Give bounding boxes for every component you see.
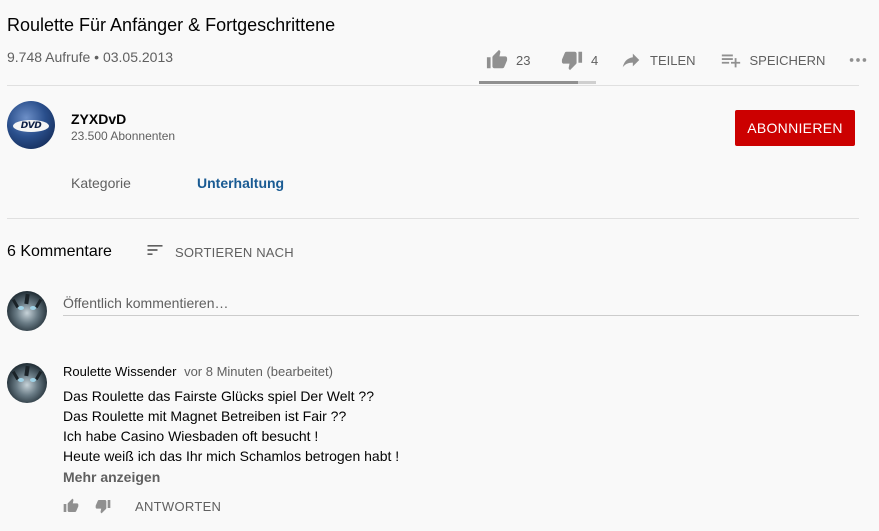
thumb-up-icon <box>486 49 508 71</box>
comment-dislike-button[interactable] <box>95 498 111 514</box>
like-button[interactable]: 23 <box>486 44 536 76</box>
subscriber-count: 23.500 Abonnenten <box>71 129 176 143</box>
like-ratio-bar <box>479 81 596 84</box>
thumb-down-icon <box>95 500 111 514</box>
like-ratio-fill <box>479 81 579 84</box>
comment-timestamp[interactable]: vor 8 Minuten (bearbeitet) <box>184 364 333 379</box>
sort-comments-button[interactable]: SORTIEREN NACH <box>145 243 294 261</box>
more-horizontal-icon <box>847 49 869 71</box>
divider <box>7 85 859 86</box>
reply-button[interactable]: ANTWORTEN <box>135 499 221 514</box>
comment-actions: ANTWORTEN <box>63 496 221 516</box>
thumb-down-icon <box>561 49 583 71</box>
playlist-add-icon <box>720 49 742 71</box>
comment-line: Ich habe Casino Wiesbaden oft besucht ! <box>63 428 319 444</box>
save-button[interactable]: SPEICHERN <box>720 44 826 76</box>
like-count: 23 <box>516 52 531 68</box>
sort-lines-icon <box>145 240 165 265</box>
comment-author-avatar[interactable] <box>7 363 47 403</box>
comment-line: Das Roulette mit Magnet Betreiben ist Fa… <box>63 408 347 424</box>
comment-line: Heute weiß ich das Ihr mich Schamlos bet… <box>63 448 400 464</box>
channel-name[interactable]: ZYXDvD <box>71 111 126 127</box>
dvd-logo: DVD <box>13 120 49 132</box>
comment-header: Roulette Wissender vor 8 Minuten (bearbe… <box>63 364 333 379</box>
sort-label: SORTIEREN NACH <box>175 244 294 260</box>
category-link[interactable]: Unterhaltung <box>197 175 284 191</box>
comment-like-button[interactable] <box>63 498 79 514</box>
user-avatar[interactable] <box>7 291 47 331</box>
comment-line: Das Roulette das Fairste Glücks spiel De… <box>63 388 374 404</box>
dvd-logo-text: DVD <box>20 121 42 131</box>
comment-author-name[interactable]: Roulette Wissender <box>63 364 176 379</box>
comment-input[interactable] <box>63 291 859 316</box>
view-count-date: 9.748 Aufrufe • 03.05.2013 <box>7 49 174 65</box>
channel-avatar[interactable]: DVD <box>7 101 55 149</box>
subscribe-button[interactable]: ABONNIEREN <box>735 110 855 146</box>
thumb-up-icon <box>63 498 79 512</box>
share-label: TEILEN <box>650 52 696 68</box>
comment-count: 6 Kommentare <box>7 243 112 260</box>
divider <box>7 218 859 219</box>
share-button[interactable]: TEILEN <box>620 44 696 76</box>
dislike-count: 4 <box>591 52 599 68</box>
dislike-button[interactable]: 4 <box>561 44 599 76</box>
share-arrow-icon <box>620 49 642 71</box>
more-actions-button[interactable] <box>847 44 869 76</box>
video-page: Roulette Für Anfänger & Fortgeschrittene… <box>0 0 879 531</box>
video-title: Roulette Für Anfänger & Fortgeschrittene <box>7 15 336 35</box>
comment-body: Das Roulette das Fairste Glücks spiel De… <box>63 386 399 466</box>
show-more-link[interactable]: Mehr anzeigen <box>63 469 160 485</box>
category-label: Kategorie <box>71 175 131 191</box>
save-label: SPEICHERN <box>749 52 826 68</box>
video-actions: 23 4 TEILEN SPEICHERN <box>479 44 869 76</box>
